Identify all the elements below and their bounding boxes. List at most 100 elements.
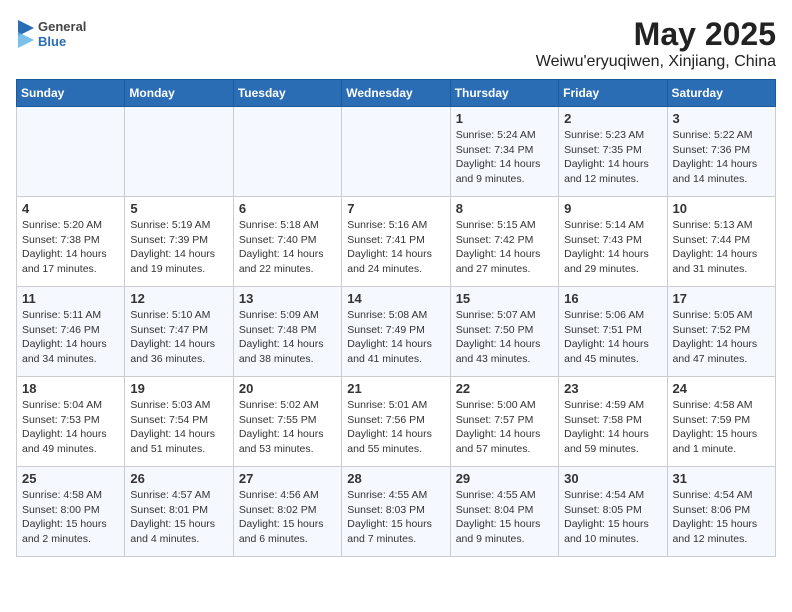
day-number: 10 — [673, 201, 770, 216]
page-subtitle: Weiwu'eryuqiwen, Xinjiang, China — [536, 53, 776, 71]
day-number: 5 — [130, 201, 227, 216]
day-detail: Sunrise: 5:01 AM Sunset: 7:56 PM Dayligh… — [347, 398, 444, 457]
calendar-cell: 19 Sunrise: 5:03 AM Sunset: 7:54 PM Dayli… — [125, 377, 233, 467]
day-detail: Sunrise: 5:22 AM Sunset: 7:36 PM Dayligh… — [673, 128, 770, 187]
calendar-cell: 11Sunrise: 5:11 AM Sunset: 7:46 PM Dayli… — [17, 287, 125, 377]
calendar-week-row: 1Sunrise: 5:24 AM Sunset: 7:34 PM Daylig… — [17, 107, 776, 197]
page-title: May 2025 — [536, 16, 776, 53]
day-detail: Sunrise: 5:00 AM Sunset: 7:57 PM Dayligh… — [456, 398, 553, 457]
day-number: 21 — [347, 381, 444, 396]
day-detail: Sunrise: 4:55 AM Sunset: 8:04 PM Dayligh… — [456, 488, 553, 547]
calendar-cell: 10 Sunrise: 5:13 AM Sunset: 7:44 PM Dayli… — [667, 197, 775, 287]
calendar-cell: 4 Sunrise: 5:20 AM Sunset: 7:38 PM Daylig… — [17, 197, 125, 287]
day-of-week-header: Tuesday — [233, 80, 341, 107]
day-detail: Sunrise: 5:14 AM Sunset: 7:43 PM Dayligh… — [564, 218, 661, 277]
calendar-cell: 3 Sunrise: 5:22 AM Sunset: 7:36 PM Daylig… — [667, 107, 775, 197]
day-number: 23 — [564, 381, 661, 396]
day-detail: Sunrise: 4:54 AM Sunset: 8:05 PM Dayligh… — [564, 488, 661, 547]
day-detail: Sunrise: 5:10 AM Sunset: 7:47 PM Dayligh… — [130, 308, 227, 367]
calendar-cell — [342, 107, 450, 197]
day-number: 7 — [347, 201, 444, 216]
calendar-week-row: 4 Sunrise: 5:20 AM Sunset: 7:38 PM Daylig… — [17, 197, 776, 287]
day-detail: Sunrise: 5:03 AM Sunset: 7:54 PM Dayligh… — [130, 398, 227, 457]
calendar-body: 1Sunrise: 5:24 AM Sunset: 7:34 PM Daylig… — [17, 107, 776, 557]
day-number: 17 — [673, 291, 770, 306]
day-number: 28 — [347, 471, 444, 486]
calendar-cell: 24 Sunrise: 4:58 AM Sunset: 7:59 PM Dayli… — [667, 377, 775, 467]
day-detail: Sunrise: 4:58 AM Sunset: 8:00 PM Dayligh… — [22, 488, 119, 547]
day-number: 27 — [239, 471, 336, 486]
day-detail: Sunrise: 5:13 AM Sunset: 7:44 PM Dayligh… — [673, 218, 770, 277]
logo: General Blue — [16, 16, 86, 52]
calendar-cell — [17, 107, 125, 197]
day-detail: Sunrise: 5:06 AM Sunset: 7:51 PM Dayligh… — [564, 308, 661, 367]
day-detail: Sunrise: 5:08 AM Sunset: 7:49 PM Dayligh… — [347, 308, 444, 367]
day-of-week-header: Friday — [559, 80, 667, 107]
day-number: 3 — [673, 111, 770, 126]
calendar-week-row: 18 Sunrise: 5:04 AM Sunset: 7:53 PM Dayli… — [17, 377, 776, 467]
calendar-cell: 8 Sunrise: 5:15 AM Sunset: 7:42 PM Daylig… — [450, 197, 558, 287]
day-number: 30 — [564, 471, 661, 486]
calendar-cell: 7Sunrise: 5:16 AM Sunset: 7:41 PM Daylig… — [342, 197, 450, 287]
calendar-cell: 23 Sunrise: 4:59 AM Sunset: 7:58 PM Dayli… — [559, 377, 667, 467]
day-of-week-header: Thursday — [450, 80, 558, 107]
day-number: 20 — [239, 381, 336, 396]
day-number: 26 — [130, 471, 227, 486]
calendar-cell — [233, 107, 341, 197]
day-detail: Sunrise: 5:09 AM Sunset: 7:48 PM Dayligh… — [239, 308, 336, 367]
calendar-cell: 14Sunrise: 5:08 AM Sunset: 7:49 PM Dayli… — [342, 287, 450, 377]
day-number: 4 — [22, 201, 119, 216]
day-detail: Sunrise: 4:58 AM Sunset: 7:59 PM Dayligh… — [673, 398, 770, 457]
title-block: May 2025 Weiwu'eryuqiwen, Xinjiang, Chin… — [536, 16, 776, 71]
day-of-week-header: Sunday — [17, 80, 125, 107]
day-detail: Sunrise: 5:23 AM Sunset: 7:35 PM Dayligh… — [564, 128, 661, 187]
day-detail: Sunrise: 4:57 AM Sunset: 8:01 PM Dayligh… — [130, 488, 227, 547]
calendar-cell: 30 Sunrise: 4:54 AM Sunset: 8:05 PM Dayli… — [559, 467, 667, 557]
logo-general: General — [38, 19, 86, 34]
calendar-table: SundayMondayTuesdayWednesdayThursdayFrid… — [16, 79, 776, 557]
day-number: 9 — [564, 201, 661, 216]
calendar-cell: 28 Sunrise: 4:55 AM Sunset: 8:03 PM Dayli… — [342, 467, 450, 557]
day-of-week-header: Wednesday — [342, 80, 450, 107]
day-detail: Sunrise: 4:55 AM Sunset: 8:03 PM Dayligh… — [347, 488, 444, 547]
calendar-week-row: 25Sunrise: 4:58 AM Sunset: 8:00 PM Dayli… — [17, 467, 776, 557]
calendar-cell — [125, 107, 233, 197]
day-detail: Sunrise: 4:59 AM Sunset: 7:58 PM Dayligh… — [564, 398, 661, 457]
day-number: 19 — [130, 381, 227, 396]
day-detail: Sunrise: 4:54 AM Sunset: 8:06 PM Dayligh… — [673, 488, 770, 547]
calendar-cell: 17 Sunrise: 5:05 AM Sunset: 7:52 PM Dayli… — [667, 287, 775, 377]
day-detail: Sunrise: 5:15 AM Sunset: 7:42 PM Dayligh… — [456, 218, 553, 277]
day-number: 29 — [456, 471, 553, 486]
day-detail: Sunrise: 5:20 AM Sunset: 7:38 PM Dayligh… — [22, 218, 119, 277]
calendar-cell: 2 Sunrise: 5:23 AM Sunset: 7:35 PM Daylig… — [559, 107, 667, 197]
day-detail: Sunrise: 5:18 AM Sunset: 7:40 PM Dayligh… — [239, 218, 336, 277]
day-number: 15 — [456, 291, 553, 306]
day-detail: Sunrise: 5:05 AM Sunset: 7:52 PM Dayligh… — [673, 308, 770, 367]
day-number: 1 — [456, 111, 553, 126]
day-detail: Sunrise: 5:19 AM Sunset: 7:39 PM Dayligh… — [130, 218, 227, 277]
calendar-cell: 9 Sunrise: 5:14 AM Sunset: 7:43 PM Daylig… — [559, 197, 667, 287]
calendar-cell: 20Sunrise: 5:02 AM Sunset: 7:55 PM Dayli… — [233, 377, 341, 467]
calendar-cell: 13Sunrise: 5:09 AM Sunset: 7:48 PM Dayli… — [233, 287, 341, 377]
day-number: 18 — [22, 381, 119, 396]
day-number: 31 — [673, 471, 770, 486]
day-number: 6 — [239, 201, 336, 216]
calendar-cell: 26 Sunrise: 4:57 AM Sunset: 8:01 PM Dayli… — [125, 467, 233, 557]
day-detail: Sunrise: 5:04 AM Sunset: 7:53 PM Dayligh… — [22, 398, 119, 457]
day-number: 24 — [673, 381, 770, 396]
calendar-cell: 15 Sunrise: 5:07 AM Sunset: 7:50 PM Dayli… — [450, 287, 558, 377]
calendar-cell: 18 Sunrise: 5:04 AM Sunset: 7:53 PM Dayli… — [17, 377, 125, 467]
day-number: 2 — [564, 111, 661, 126]
day-detail: Sunrise: 5:11 AM Sunset: 7:46 PM Dayligh… — [22, 308, 119, 367]
day-of-week-header: Monday — [125, 80, 233, 107]
day-number: 8 — [456, 201, 553, 216]
page-header: General Blue May 2025 Weiwu'eryuqiwen, X… — [16, 16, 776, 71]
calendar-cell: 6 Sunrise: 5:18 AM Sunset: 7:40 PM Daylig… — [233, 197, 341, 287]
day-of-week-header: Saturday — [667, 80, 775, 107]
day-detail: Sunrise: 5:07 AM Sunset: 7:50 PM Dayligh… — [456, 308, 553, 367]
day-number: 22 — [456, 381, 553, 396]
calendar-cell: 21 Sunrise: 5:01 AM Sunset: 7:56 PM Dayli… — [342, 377, 450, 467]
calendar-cell: 29 Sunrise: 4:55 AM Sunset: 8:04 PM Dayli… — [450, 467, 558, 557]
calendar-cell: 25Sunrise: 4:58 AM Sunset: 8:00 PM Dayli… — [17, 467, 125, 557]
logo-container: General Blue — [16, 16, 86, 52]
